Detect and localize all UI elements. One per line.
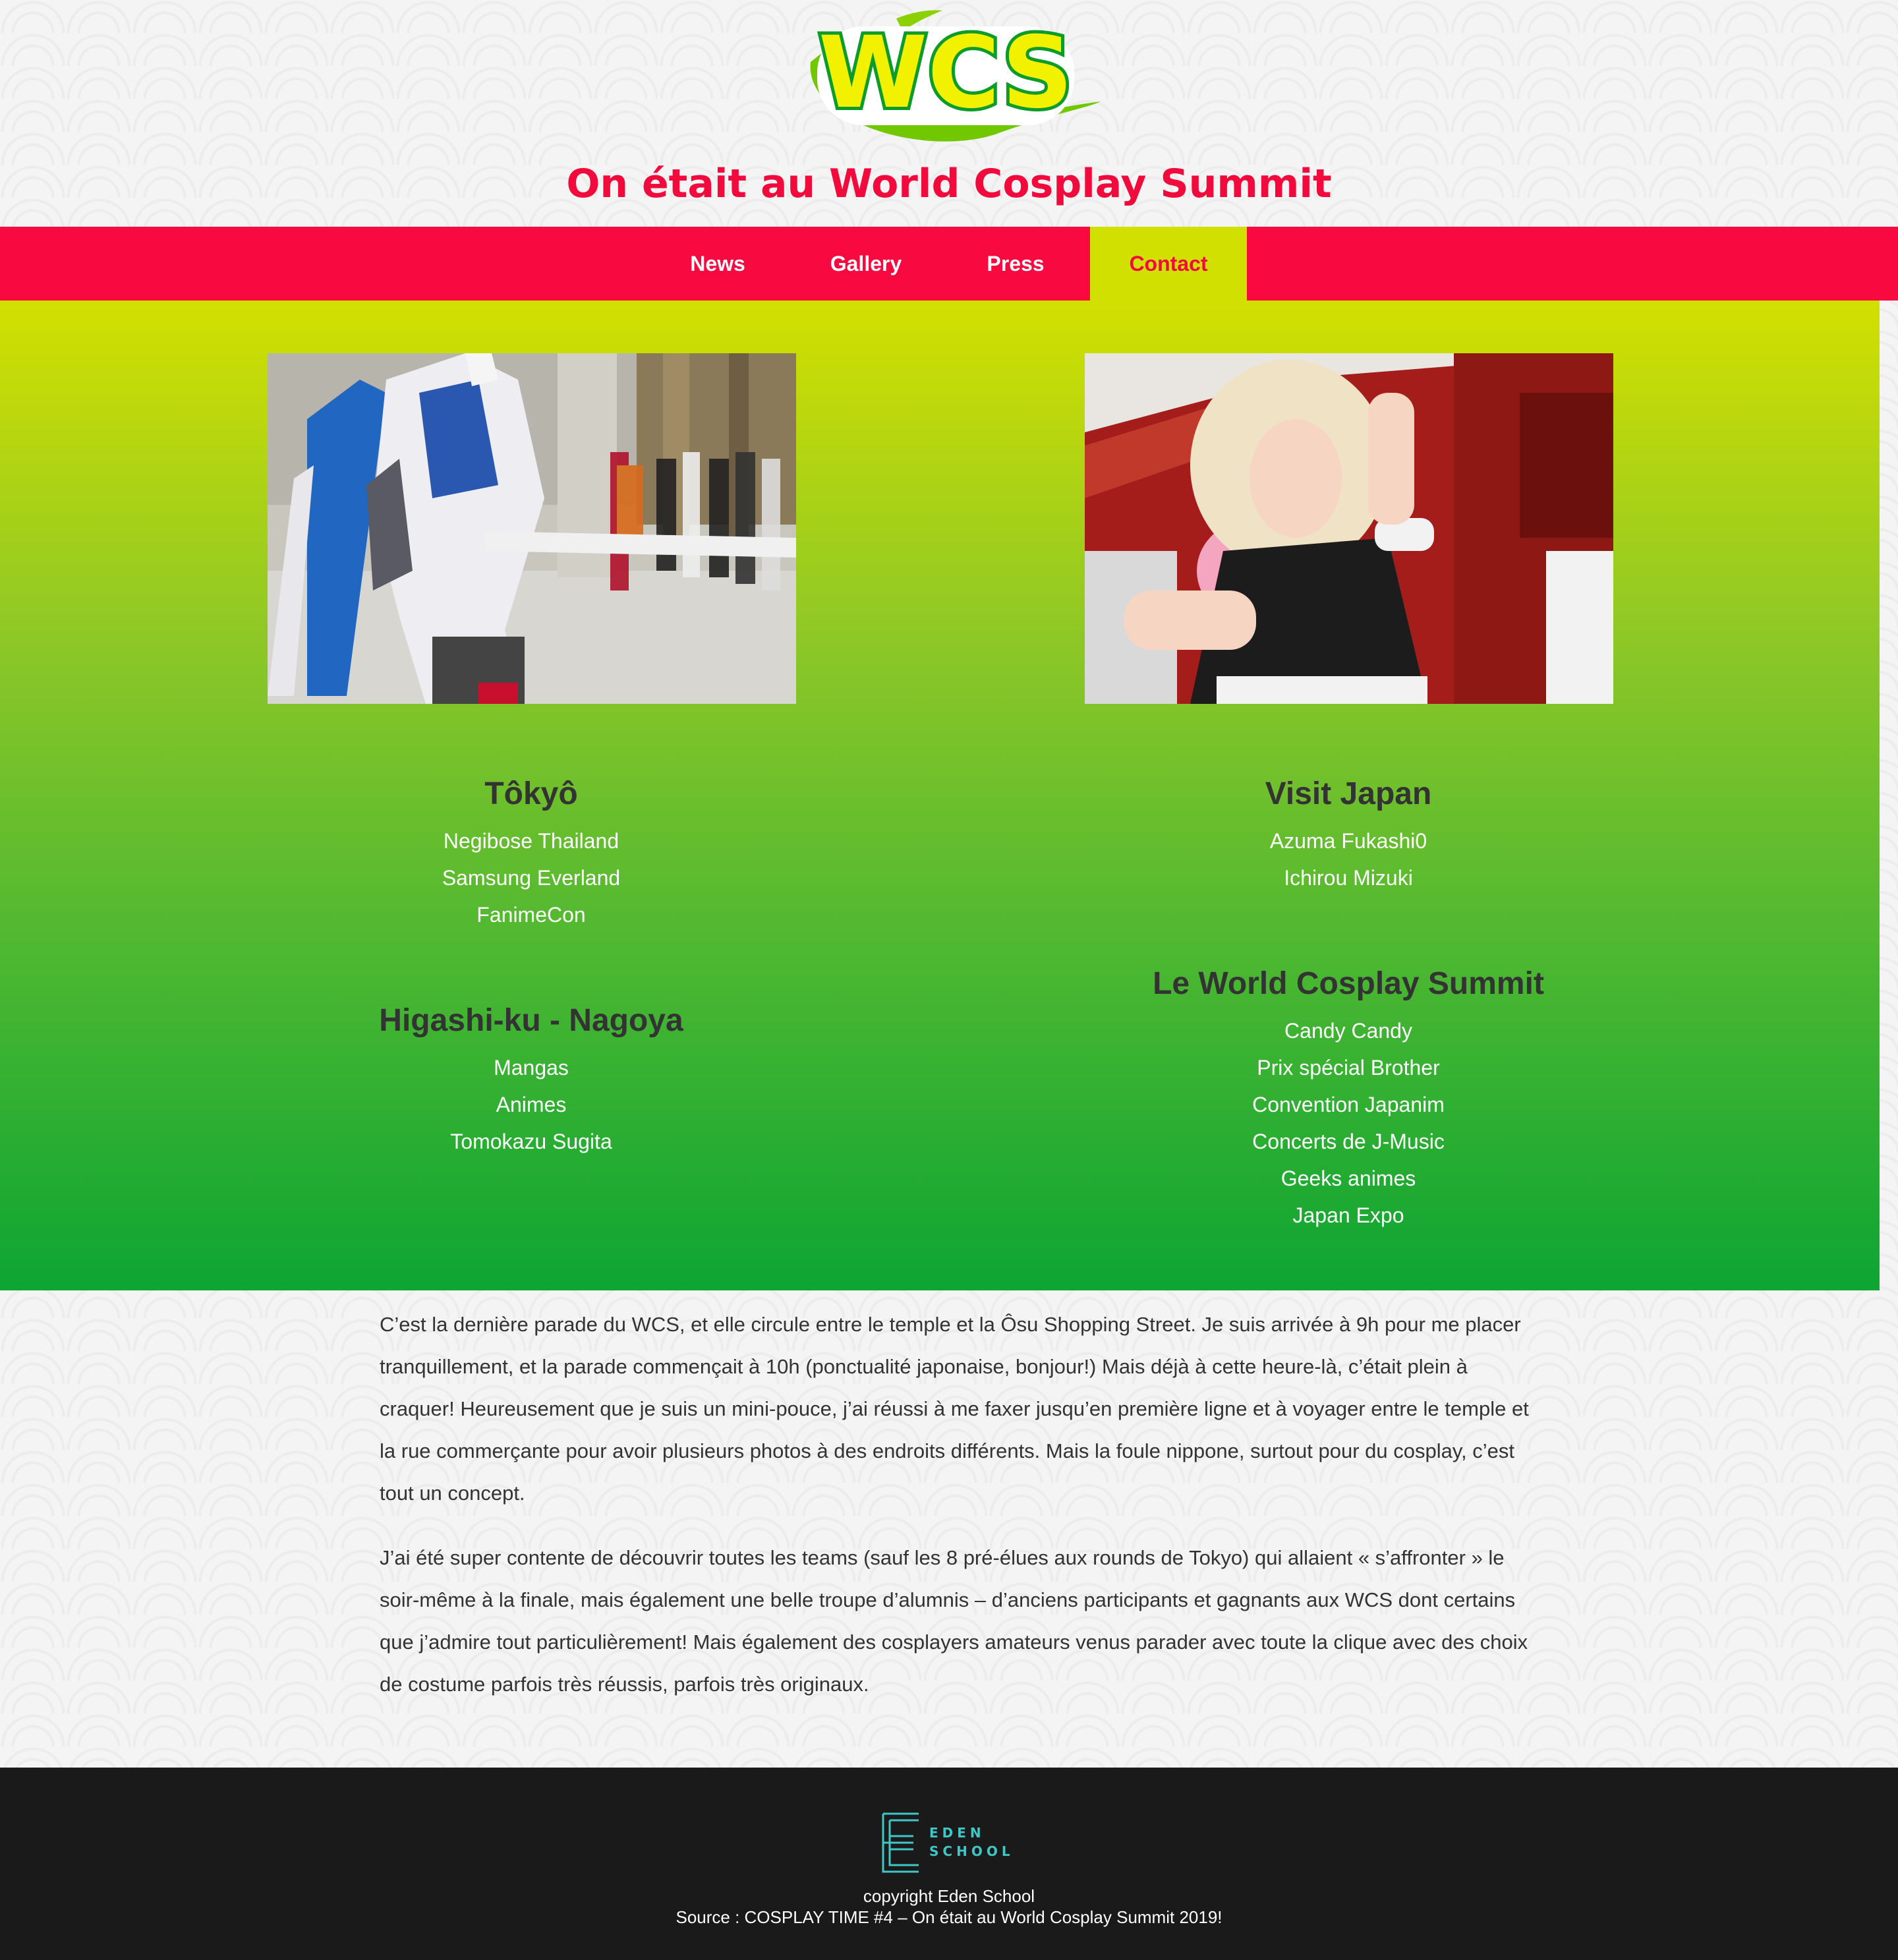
article-body: C’est la dernière parade du WCS, et elle… — [380, 1304, 1539, 1728]
left-column: Tôkyô Negibose Thailand Samsung Everland… — [123, 766, 940, 1160]
copyright-text: copyright Eden School — [863, 1886, 1035, 1906]
section-heading-wcs: Le World Cosplay Summit — [1153, 966, 1544, 1001]
list-item: Candy Candy — [1284, 1019, 1412, 1043]
list-item: Azuma Fukashi0 — [1269, 829, 1427, 853]
article-paragraph: J’ai été super contente de découvrir tou… — [380, 1546, 1528, 1696]
list-item: Concerts de J-Music — [1252, 1130, 1445, 1153]
wcs-logo[interactable]: WCS — [797, 9, 1101, 153]
main-nav: News Gallery Press Contact — [0, 227, 1898, 301]
nav-item-press[interactable]: Press — [952, 227, 1079, 301]
nav-item-news[interactable]: News — [664, 227, 771, 301]
right-column: Visit Japan Azuma Fukashi0 Ichirou Mizuk… — [940, 766, 1757, 1234]
list-item: Ichirou Mizuki — [1284, 866, 1413, 890]
gundam-cosplay-photo[interactable] — [268, 353, 796, 704]
list-item: Animes — [496, 1093, 567, 1116]
list-item: Samsung Everland — [442, 866, 621, 890]
list-item: Mangas — [494, 1056, 569, 1080]
site-header: WCS On était au World Cosplay Summit — [0, 0, 1898, 227]
source-text: Source : COSPLAY TIME #4 – On était au W… — [676, 1907, 1222, 1927]
eden-school-logo[interactable]: EDEN SCHOOL — [880, 1811, 1019, 1874]
nav-item-gallery[interactable]: Gallery — [791, 227, 941, 301]
list-item: Negibose Thailand — [443, 829, 619, 853]
wcs-logo-text: WCS — [819, 16, 1073, 130]
list-item: Convention Japanim — [1252, 1093, 1445, 1116]
article-paragraph: C’est la dernière parade du WCS, et elle… — [380, 1313, 1529, 1505]
page-title: On était au World Cosplay Summit — [566, 161, 1332, 207]
list-item: Prix spécial Brother — [1257, 1056, 1440, 1080]
section-heading-nagoya: Higashi-ku - Nagoya — [379, 1003, 683, 1038]
list-item: Geeks animes — [1280, 1167, 1416, 1190]
list-item: Japan Expo — [1292, 1203, 1404, 1227]
hero-section: Tôkyô Negibose Thailand Samsung Everland… — [0, 301, 1880, 1290]
section-heading-visit-japan: Visit Japan — [1265, 776, 1432, 811]
list-item: Tomokazu Sugita — [450, 1130, 612, 1153]
eden-logo-line2: SCHOOL — [929, 1843, 1014, 1859]
eden-logo-line1: EDEN — [929, 1825, 985, 1841]
nav-item-contact[interactable]: Contact — [1090, 227, 1247, 301]
site-footer: EDEN SCHOOL copyright Eden School Source… — [0, 1768, 1898, 1960]
section-heading-tokyo: Tôkyô — [484, 776, 578, 811]
list-item: FanimeCon — [476, 903, 586, 927]
maid-cosplay-photo[interactable] — [1085, 353, 1613, 704]
